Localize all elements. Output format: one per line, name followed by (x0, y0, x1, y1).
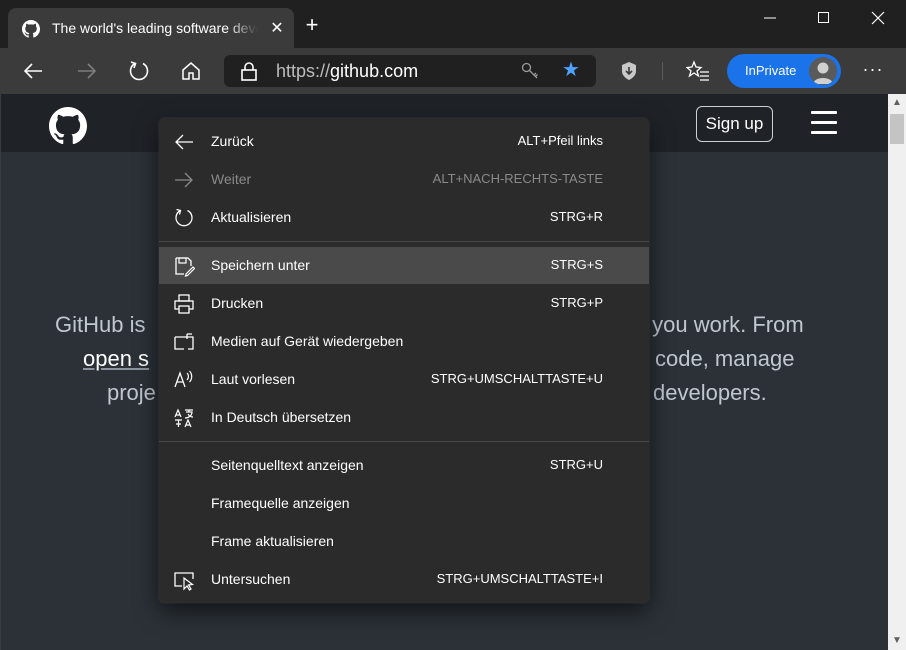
menu-item-label: In Deutsch übersetzen (211, 409, 352, 425)
menu-item-translate[interactable]: In Deutsch übersetzen (159, 399, 649, 436)
forward-button[interactable] (74, 58, 100, 84)
close-icon (871, 11, 885, 25)
maximize-button[interactable] (797, 0, 851, 36)
menu-item-shortcut: ALT+Pfeil links (517, 133, 603, 148)
lock-icon[interactable] (240, 61, 258, 81)
menu-item-label: Zurück (211, 133, 254, 149)
menu-item-label: Aktualisieren (211, 209, 292, 225)
refresh-button[interactable] (126, 58, 152, 84)
hero-text-line-3: proje (107, 380, 156, 405)
tab-github[interactable]: The world's leading software development… (8, 8, 294, 48)
tab-strip: The world's leading software development… (0, 0, 906, 48)
menu-item-forward[interactable]: Weiter ALT+NACH-RECHTS-TASTE (159, 161, 649, 198)
arrow-right-icon (78, 63, 97, 79)
menu-item-label: Weiter (211, 171, 252, 187)
scroll-up-icon[interactable]: ▲ (888, 94, 906, 112)
hamburger-menu-icon[interactable] (811, 111, 837, 137)
menu-item-label: Frame aktualisieren (211, 533, 334, 549)
menu-item-label: Framequelle anzeigen (211, 495, 350, 511)
tab-close-icon[interactable]: ✕ (266, 18, 288, 40)
close-window-button[interactable] (851, 0, 905, 36)
menu-item-cast-media[interactable]: Medien auf Gerät wiedergeben (159, 323, 649, 360)
menu-item-label: Seitenquelltext anzeigen (211, 457, 364, 473)
home-icon (182, 62, 200, 80)
menu-item-shortcut: STRG+R (549, 209, 603, 224)
menu-separator (159, 441, 649, 442)
arrow-left-icon (23, 63, 42, 79)
print-icon (174, 294, 194, 314)
menu-item-reload-frame[interactable]: Frame aktualisieren (159, 523, 649, 560)
hero-text-line-2-right: code, manage (655, 346, 795, 371)
hero-text-line-1: GitHub is (55, 312, 146, 337)
menu-item-save-as[interactable]: Speichern unter STRG+S (159, 247, 649, 284)
key-icon[interactable] (520, 61, 540, 81)
menu-item-view-source[interactable]: Seitenquelltext anzeigen STRG+U (159, 447, 649, 484)
menu-item-shortcut: ALT+NACH-RECHTS-TASTE (432, 171, 603, 186)
url-scheme: https:// (276, 61, 331, 81)
menu-item-label: Drucken (211, 295, 264, 311)
open-source-link[interactable]: open s (83, 342, 149, 376)
minimize-icon (764, 17, 776, 19)
menu-item-shortcut: STRG+S (550, 257, 603, 272)
menu-item-view-frame-source[interactable]: Framequelle anzeigen (159, 485, 649, 522)
browser-window: The world's leading software development… (0, 0, 906, 650)
inprivate-button[interactable]: InPrivate (727, 54, 841, 88)
address-bar[interactable]: https://github.com ★ (224, 55, 596, 87)
menu-item-label: Medien auf Gerät wiedergeben (211, 333, 404, 349)
translate-icon (174, 408, 194, 428)
url-text[interactable]: https://github.com (276, 61, 418, 82)
back-button[interactable] (20, 58, 46, 84)
menu-item-back[interactable]: Zurück ALT+Pfeil links (159, 123, 649, 160)
favorites-icon[interactable] (686, 59, 710, 83)
hero-text-line-3-right: developers. (653, 380, 767, 405)
menu-item-inspect[interactable]: Untersuchen STRG+UMSCHALTTASTE+I (159, 561, 649, 598)
favorite-star-icon[interactable]: ★ (560, 59, 582, 81)
refresh-icon (129, 61, 149, 81)
menu-item-shortcut: STRG+UMSCHALTTASTE+I (436, 571, 603, 586)
hero-text-line-1-right: y you work. From (635, 312, 804, 337)
toolbar-divider (662, 62, 663, 80)
menu-item-shortcut: STRG+P (550, 295, 603, 310)
menu-item-shortcut: STRG+U (549, 457, 603, 472)
refresh-icon (175, 208, 193, 227)
menu-item-read-aloud[interactable]: Laut vorlesen STRG+UMSCHALTTASTE+U (159, 361, 649, 398)
menu-item-label: Laut vorlesen (211, 371, 296, 387)
github-favicon-icon (22, 20, 40, 38)
arrow-left-icon (175, 134, 193, 150)
browser-toolbar: https://github.com ★ InPrivate ··· (0, 48, 906, 94)
context-menu: Zurück ALT+Pfeil links Weiter ALT+NACH-R… (159, 118, 649, 603)
cast-media-icon (174, 333, 194, 350)
signup-button[interactable]: Sign up (696, 106, 773, 142)
menu-item-shortcut: STRG+UMSCHALTTASTE+U (430, 371, 603, 386)
more-options-button[interactable]: ··· (860, 58, 886, 84)
menu-item-label: Speichern unter (211, 257, 310, 273)
shield-extension-icon[interactable] (620, 61, 638, 81)
avatar-icon (809, 57, 837, 85)
scroll-down-icon[interactable]: ▼ (888, 632, 906, 650)
menu-item-refresh[interactable]: Aktualisieren STRG+R (159, 199, 649, 236)
page-scrollbar[interactable]: ▲ ▼ (888, 94, 906, 650)
home-button[interactable] (178, 58, 204, 84)
read-aloud-icon (174, 370, 193, 388)
github-logo-icon[interactable] (49, 107, 87, 145)
url-host: github.com (330, 61, 419, 81)
minimize-button[interactable] (743, 0, 797, 36)
save-as-icon (175, 257, 195, 277)
scroll-thumb[interactable] (890, 114, 904, 144)
menu-item-label: Untersuchen (211, 571, 291, 587)
menu-item-print[interactable]: Drucken STRG+P (159, 285, 649, 322)
new-tab-button[interactable]: + (300, 14, 324, 38)
arrow-right-icon (175, 172, 193, 188)
menu-separator (159, 241, 649, 242)
inprivate-label: InPrivate (745, 63, 797, 78)
tab-title: The world's leading software development… (52, 20, 258, 36)
maximize-icon (818, 12, 829, 23)
inspect-icon (174, 572, 195, 591)
